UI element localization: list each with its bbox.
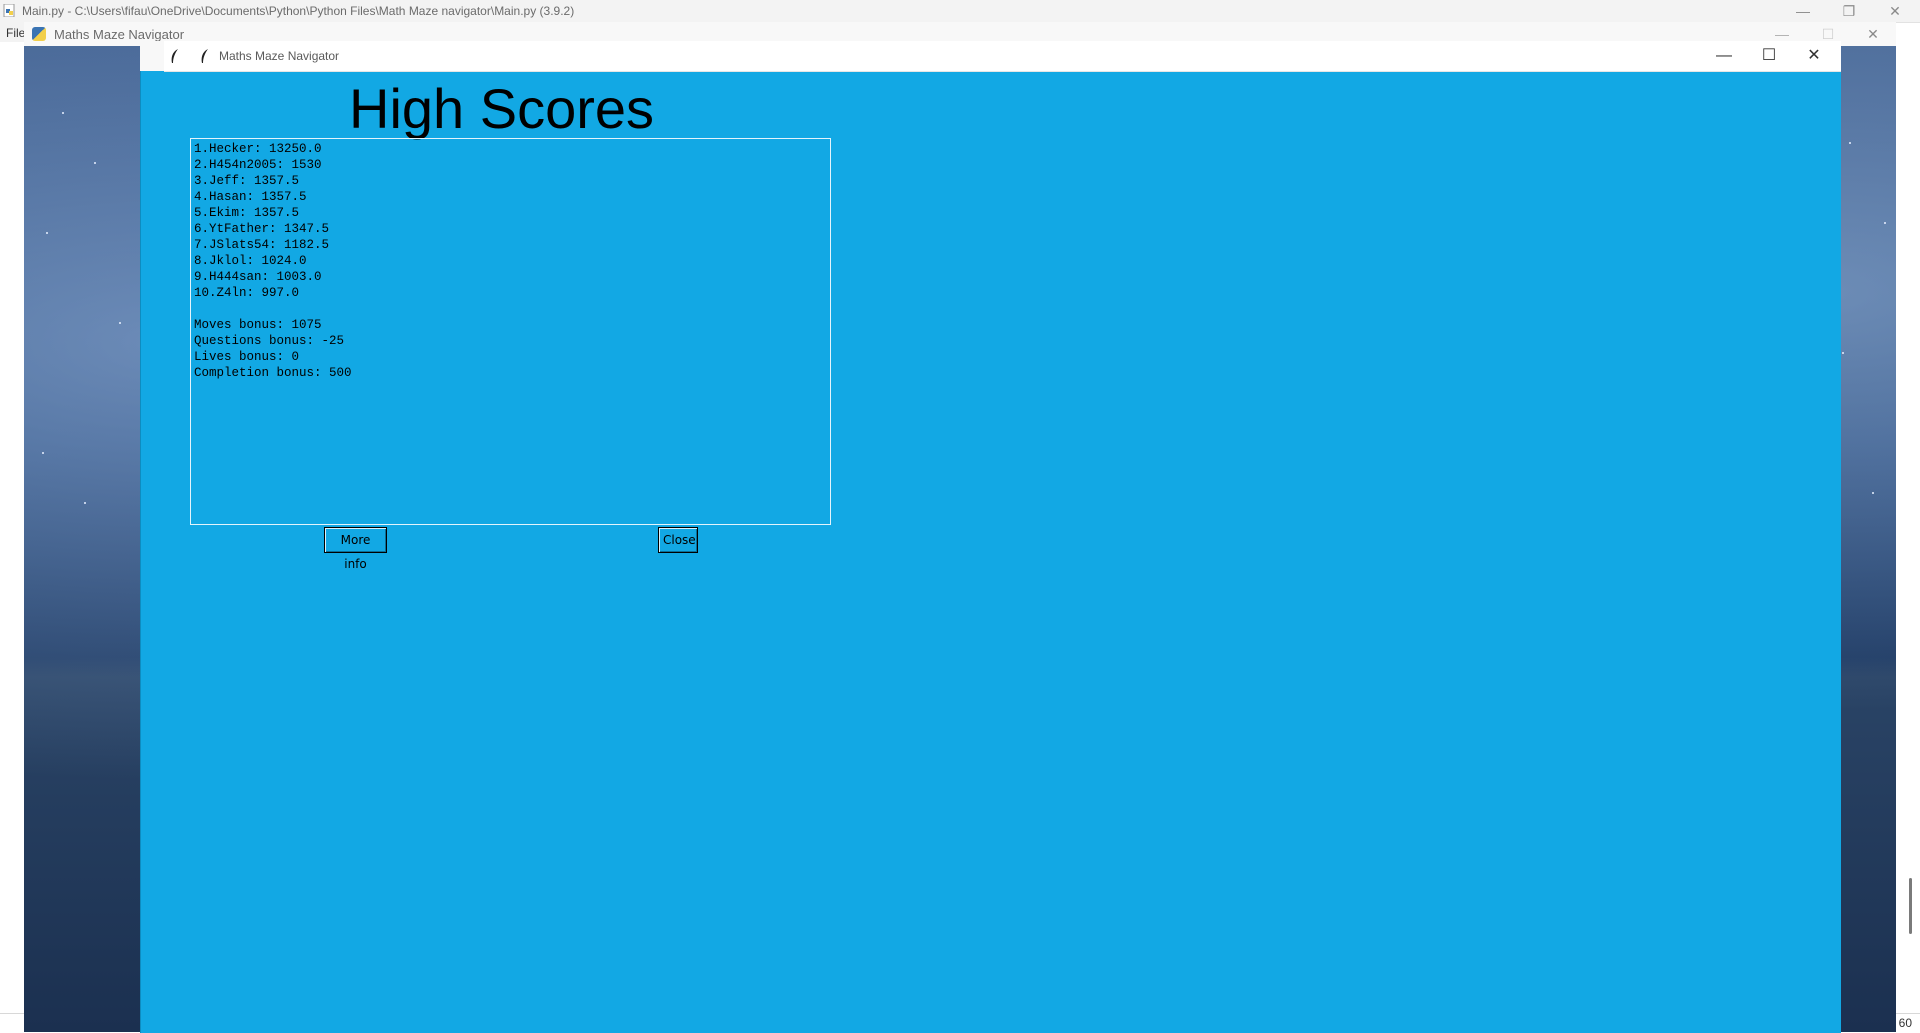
score-entry: 6.YtFather: 1347.5	[194, 222, 330, 236]
score-entry: 9.H444san: 1003.0	[194, 270, 322, 284]
page-title: High Scores	[349, 77, 655, 140]
idle-minimize-button[interactable]: —	[1780, 0, 1826, 22]
pygame-close-button[interactable]: ✕	[1850, 23, 1896, 45]
star	[1849, 142, 1851, 144]
python-icon	[32, 27, 46, 41]
score-entry: 8.Jklol: 1024.0	[194, 254, 307, 268]
score-entry: 10.Z4ln: 997.0	[194, 286, 300, 300]
star	[46, 232, 48, 234]
idle-restore-button[interactable]: ❐	[1826, 0, 1872, 22]
idle-close-button[interactable]: ✕	[1872, 0, 1918, 22]
more-info-button[interactable]: More info	[324, 527, 387, 571]
close-button[interactable]: Close	[658, 527, 698, 553]
high-scores-window: Maths Maze Navigator — ☐ ✕ High Scores 1…	[164, 41, 1841, 1033]
star	[1842, 352, 1844, 354]
maximize-button[interactable]: ☐	[1748, 45, 1790, 67]
tk-feather-icon	[171, 49, 178, 63]
high-scores-textbox[interactable]: 1.Hecker: 13250.0 2.H454n2005: 1530 3.Je…	[190, 138, 831, 525]
python-file-icon	[3, 4, 15, 17]
minimize-button[interactable]: —	[1703, 45, 1745, 67]
high-scores-titlebar[interactable]	[164, 41, 1841, 72]
idle-window-title: Main.py - C:\Users\fifau\OneDrive\Docume…	[22, 4, 575, 18]
star	[94, 162, 96, 164]
close-window-button[interactable]: ✕	[1793, 45, 1835, 67]
star	[42, 452, 44, 454]
score-entry: 7.JSlats54: 1182.5	[194, 238, 330, 252]
tk-feather-icon	[201, 49, 208, 63]
bonus-line: Completion bonus: 500	[194, 366, 352, 380]
bonus-line: Questions bonus: -25	[194, 334, 345, 348]
pygame-window-title: Maths Maze Navigator	[54, 27, 185, 42]
score-entry: 1.Hecker: 13250.0	[194, 142, 322, 156]
score-entry: 3.Jeff: 1357.5	[194, 174, 300, 188]
bonus-line: Moves bonus: 1075	[194, 318, 322, 332]
star	[62, 112, 64, 114]
bonus-line: Lives bonus: 0	[194, 350, 300, 364]
star	[119, 322, 121, 324]
idle-menu-file[interactable]: File	[6, 26, 25, 40]
star	[84, 502, 86, 504]
star	[1872, 492, 1874, 494]
score-entry: 2.H454n2005: 1530	[194, 158, 322, 172]
score-entry: 5.Ekim: 1357.5	[194, 206, 300, 220]
high-scores-window-title: Maths Maze Navigator	[219, 49, 340, 63]
star	[1884, 222, 1886, 224]
idle-scrollbar[interactable]	[1909, 878, 1912, 934]
score-entry: 4.Hasan: 1357.5	[194, 190, 307, 204]
